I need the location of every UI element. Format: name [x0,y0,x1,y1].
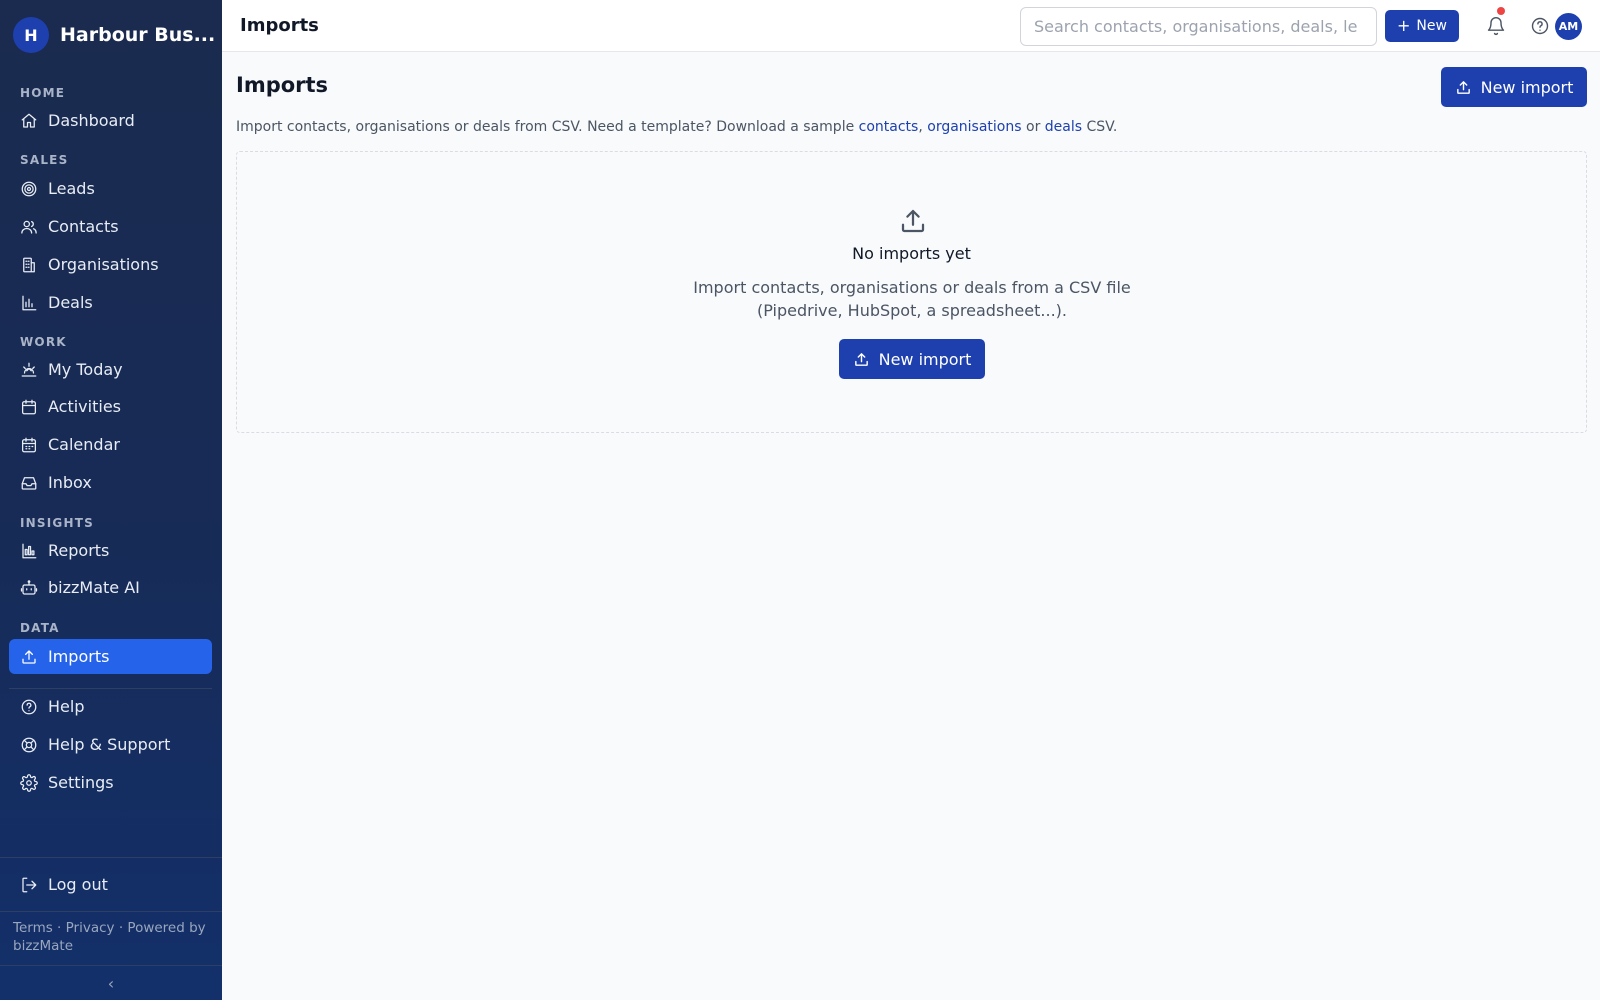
subtitle-text: CSV. [1082,119,1118,135]
terms-link[interactable]: Terms [13,920,53,936]
footer-separator: · [52,920,66,936]
section-title-home: HOME [20,86,66,100]
upload-icon [22,649,36,664]
sidebar-footer: Terms · Privacy · Powered by bizzMate [13,919,213,955]
gear-icon [20,773,38,792]
sidebar-item-dashboard[interactable]: Dashboard [9,103,212,138]
footer-separator: · [114,920,128,936]
empty-state-new-import-button[interactable]: New import [839,339,985,379]
sidebar-divider [0,911,222,912]
bell-icon [1487,17,1505,36]
subtitle-text: , [918,119,928,135]
sidebar-item-label: Imports [48,647,110,666]
users-icon [21,220,37,234]
new-import-button[interactable]: New import [1441,67,1587,107]
empty-state-title: No imports yet [852,244,971,263]
sunrise-icon [21,362,37,377]
sidebar-item-label: Calendar [48,435,120,454]
plus-icon: + [1397,16,1411,35]
sidebar-item-label: Organisations [48,255,159,274]
upload-icon [854,352,868,366]
chevron-left-icon: ‹ [107,973,115,993]
sample-deals-link[interactable]: deals [1045,119,1082,135]
target-icon [21,181,37,196]
sidebar-item-label: Deals [48,293,93,312]
page-subtitle: Import contacts, organisations or deals … [236,119,1117,135]
sidebar: H Harbour Bus... HOME Dashboard SALES Le… [0,0,222,1000]
help-button[interactable] [1528,14,1552,38]
user-avatar[interactable]: AM [1555,13,1582,40]
org-switcher[interactable]: H Harbour Bus... [13,17,215,53]
empty-state-description: Import contacts, organisations or deals … [693,278,1131,320]
calendar-grid-icon [21,437,37,452]
new-import-label: New import [878,349,972,369]
empty-state: No imports yet Import contacts, organisa… [236,151,1587,433]
sidebar-item-label: Dashboard [48,111,135,130]
sidebar-item-inbox[interactable]: Inbox [9,465,212,500]
life-buoy-icon [21,737,37,752]
notification-badge [1497,7,1505,15]
sidebar-item-settings[interactable]: Settings [9,765,212,800]
new-button[interactable]: + New [1385,10,1459,42]
building-icon [23,257,35,272]
logout-icon [22,877,37,892]
section-title-work: WORK [20,335,67,349]
help-circle-icon [21,699,37,714]
notifications-button[interactable] [1484,14,1508,38]
org-avatar: H [13,17,49,53]
sample-contacts-link[interactable]: contacts [859,119,919,135]
sidebar-item-activities[interactable]: Activities [9,389,212,424]
top-bar: Imports + New AM [222,0,1600,52]
sidebar-item-label: Contacts [48,217,119,236]
sidebar-item-help-support[interactable]: Help & Support [9,727,212,762]
reports-icon [22,543,37,558]
sidebar-item-reports[interactable]: Reports [9,533,212,568]
sidebar-item-help[interactable]: Help [9,689,212,724]
sidebar-item-label: bizzMate AI [48,578,140,597]
sidebar-item-label: Inbox [48,473,92,492]
subtitle-text: or [1021,119,1045,135]
sidebar-divider [0,857,222,858]
calendar-icon [21,399,37,414]
help-circle-icon [1531,17,1549,35]
bar-chart-icon [22,295,37,310]
privacy-link[interactable]: Privacy [66,920,115,936]
sidebar-item-deals[interactable]: Deals [9,285,212,320]
sidebar-item-label: Help [48,697,85,716]
new-import-label: New import [1480,77,1574,97]
logout-label: Log out [48,875,108,894]
home-icon [21,113,37,128]
section-title-data: DATA [20,621,60,635]
new-button-label: New [1416,18,1447,34]
topbar-title: Imports [240,15,319,36]
upload-icon [1456,80,1470,94]
sidebar-item-my-today[interactable]: My Today [9,352,212,387]
sidebar-item-organisations[interactable]: Organisations [9,247,212,282]
logout-button[interactable]: Log out [9,867,212,902]
sidebar-item-label: Leads [48,179,95,198]
sidebar-item-label: Reports [48,541,110,560]
global-search-input[interactable] [1020,7,1377,46]
org-name: Harbour Bus... [60,24,216,46]
sidebar-item-imports[interactable]: Imports [9,639,212,674]
sidebar-item-bizzmate-ai[interactable]: bizzMate AI [9,570,212,605]
sidebar-item-leads[interactable]: Leads [9,171,212,206]
subtitle-text: Import contacts, organisations or deals … [236,119,859,135]
section-title-sales: SALES [20,153,69,167]
sidebar-item-contacts[interactable]: Contacts [9,209,212,244]
section-title-insights: INSIGHTS [20,516,94,530]
upload-icon [898,206,928,236]
sidebar-item-label: Activities [48,397,121,416]
collapse-sidebar-button[interactable]: ‹ [0,966,222,1000]
inbox-icon [21,476,37,490]
sample-organisations-link[interactable]: organisations [927,119,1021,135]
sidebar-item-label: My Today [48,360,123,379]
sidebar-item-label: Help & Support [48,735,171,754]
sidebar-item-calendar[interactable]: Calendar [9,427,212,462]
sidebar-item-label: Settings [48,773,114,792]
bot-icon [20,579,38,595]
page-title: Imports [236,73,329,97]
